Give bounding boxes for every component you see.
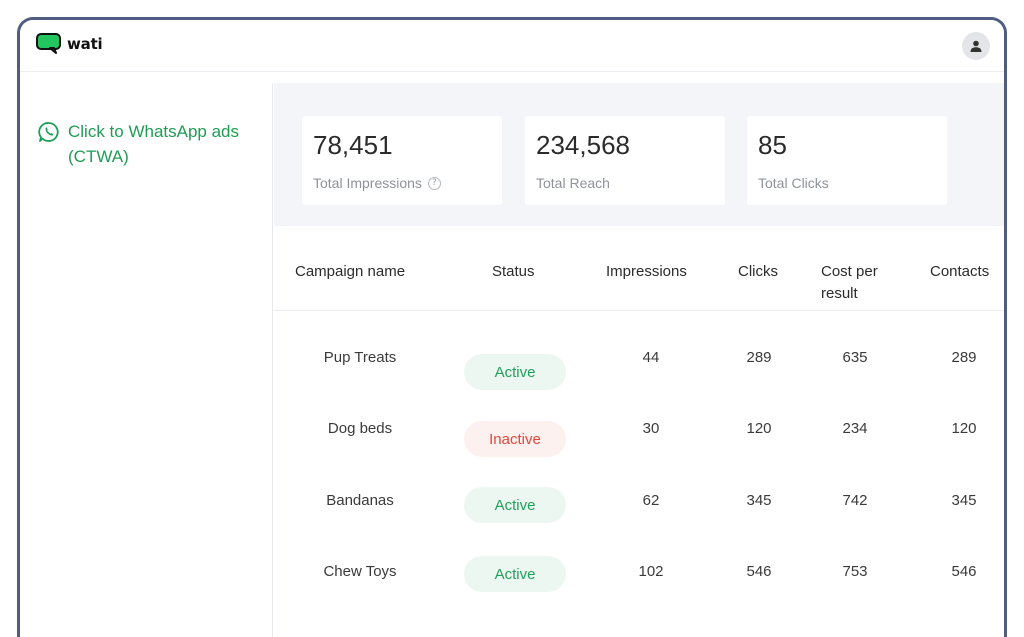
table-row[interactable]: Chew Toys Active 102 546 753 546 [274, 556, 1004, 621]
table-row[interactable]: Pup Treats Active 44 289 635 289 [274, 347, 1004, 407]
sidebar-item-ctwa[interactable]: Click to WhatsApp ads (CTWA) [38, 119, 268, 169]
cell-clicks: 120 [746, 420, 772, 437]
stat-value: 85 [758, 130, 787, 160]
stat-label-row: Total Clicks [758, 175, 829, 191]
cell-impressions: 30 [642, 420, 660, 437]
stat-label: Total Reach [536, 175, 610, 191]
table-row[interactable]: Dog beds Inactive 30 120 234 120 [274, 418, 1004, 478]
table-row[interactable]: Bandanas Active 62 345 742 345 [274, 487, 1004, 550]
stat-value: 234,568 [536, 130, 630, 160]
cell-impressions: 44 [642, 349, 660, 366]
table-header: Campaign name Status Impressions Clicks … [274, 226, 1004, 311]
user-icon [970, 40, 982, 52]
cell-campaign-name: Dog beds [327, 420, 393, 437]
cell-impressions: 102 [638, 563, 664, 580]
stats-area: 78,451 Total Impressions ? 234,568 Total… [274, 83, 1004, 226]
main-content: 78,451 Total Impressions ? 234,568 Total… [274, 83, 1004, 637]
top-bar: wati [20, 20, 1004, 72]
status-badge: Inactive [464, 421, 566, 457]
status-badge: Active [464, 354, 566, 390]
cell-clicks: 345 [746, 492, 772, 509]
stat-card-reach: 234,568 Total Reach [525, 116, 725, 205]
cell-campaign-name: Pup Treats [323, 349, 397, 366]
column-header-clicks[interactable]: Clicks [738, 261, 778, 283]
cell-clicks: 546 [746, 563, 772, 580]
cell-cost: 753 [842, 563, 868, 580]
status-badge: Active [464, 487, 566, 523]
stat-label: Total Impressions [313, 175, 422, 191]
cell-cost: 742 [842, 492, 868, 509]
stat-label: Total Clicks [758, 175, 829, 191]
cell-contacts: 120 [951, 420, 977, 437]
column-header-campaign[interactable]: Campaign name [295, 261, 405, 283]
app-window: wati Click to WhatsApp ads (CTWA) 78,451 [17, 17, 1007, 637]
stat-label-row: Total Reach [536, 175, 610, 191]
help-icon[interactable]: ? [427, 176, 441, 190]
cell-cost: 234 [842, 420, 868, 437]
status-badge: Active [464, 556, 566, 592]
cell-contacts: 345 [951, 492, 977, 509]
cell-campaign-name: Chew Toys [323, 563, 397, 580]
cell-clicks: 289 [746, 349, 772, 366]
stat-card-impressions: 78,451 Total Impressions ? [302, 116, 502, 205]
sidebar: Click to WhatsApp ads (CTWA) [20, 83, 273, 637]
column-header-status[interactable]: Status [492, 261, 535, 283]
logo[interactable]: wati [36, 33, 103, 55]
logo-chat-icon [36, 33, 62, 55]
column-header-contacts[interactable]: Contacts [930, 261, 989, 283]
stat-card-clicks: 85 Total Clicks [747, 116, 947, 205]
user-avatar[interactable] [962, 32, 990, 60]
logo-text: wati [67, 35, 103, 53]
column-header-impressions[interactable]: Impressions [606, 261, 687, 283]
cell-contacts: 546 [951, 563, 977, 580]
column-header-cost[interactable]: Cost per result [821, 261, 901, 305]
sidebar-item-label: Click to WhatsApp ads (CTWA) [68, 122, 240, 166]
whatsapp-icon [38, 121, 60, 148]
stat-label-row: Total Impressions ? [313, 175, 441, 191]
stat-value: 78,451 [313, 130, 393, 160]
cell-campaign-name: Bandanas [326, 492, 394, 509]
cell-contacts: 289 [951, 349, 977, 366]
cell-impressions: 62 [642, 492, 660, 509]
cell-cost: 635 [842, 349, 868, 366]
